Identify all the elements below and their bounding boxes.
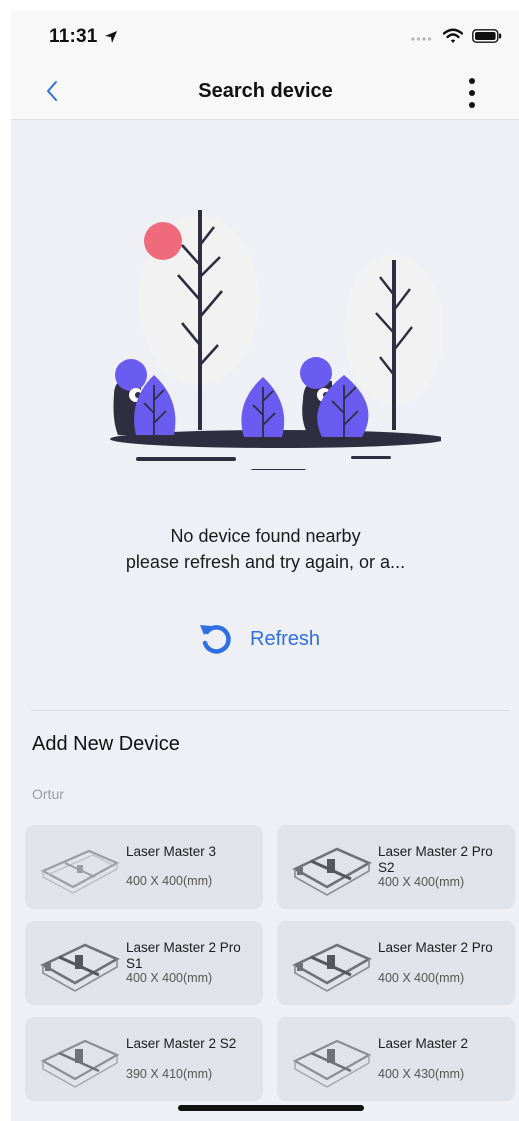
refresh-icon: [200, 625, 231, 654]
device-name: Laser Master 2 Pro S2: [378, 844, 493, 875]
device-name: Laser Master 2: [378, 1036, 469, 1051]
status-time: 11:31: [49, 26, 98, 47]
refresh-button[interactable]: Refresh: [196, 618, 346, 660]
device-size: 400 X 430(mm): [378, 1067, 465, 1081]
page-title: Search device: [198, 80, 333, 102]
no-device-illustration: [110, 210, 441, 470]
more-options-button[interactable]: [461, 76, 483, 110]
empty-state-subtitle: please refresh and try again, or a...: [125, 552, 406, 572]
laser-engraver-thumbnail: [40, 943, 120, 992]
device-size: 400 X 400(mm): [378, 971, 465, 985]
device-name: Laser Master 2 Pro: [378, 940, 493, 955]
wifi-icon: [443, 28, 463, 43]
laser-engraver-thumbnail: [292, 847, 372, 896]
navigation-bar: Search device: [11, 62, 519, 120]
device-name: Laser Master 2 Pro S1: [126, 940, 241, 971]
home-indicator[interactable]: [178, 1105, 364, 1111]
laser-engraver-thumbnail: [292, 943, 372, 992]
device-card-laser-master-2-pro-s1[interactable]: Laser Master 2 Pro S1 400 X 400(mm): [25, 921, 263, 1005]
add-new-device-heading: Add New Device: [32, 733, 180, 755]
device-card-laser-master-2[interactable]: Laser Master 2 400 X 430(mm): [277, 1017, 515, 1101]
laser-engraver-thumbnail: [292, 1039, 372, 1088]
device-card-laser-master-2-pro[interactable]: Laser Master 2 Pro 400 X 400(mm): [277, 921, 515, 1005]
laser-engraver-thumbnail: [40, 849, 120, 894]
device-size: 390 X 410(mm): [126, 1067, 213, 1081]
brand-label: Ortur: [32, 786, 64, 802]
empty-state-title: No device found nearby: [170, 526, 361, 546]
device-card-laser-master-2-s2[interactable]: Laser Master 2 S2 390 X 410(mm): [25, 1017, 263, 1101]
laser-engraver-thumbnail: [40, 1039, 120, 1088]
refresh-label: Refresh: [250, 627, 321, 650]
device-size: 400 X 400(mm): [378, 875, 465, 889]
battery-icon: [472, 29, 502, 43]
section-divider: [31, 710, 509, 711]
device-size: 400 X 400(mm): [126, 971, 213, 985]
status-bar: 11:31: [11, 10, 519, 62]
device-name: Laser Master 2 S2: [126, 1036, 237, 1051]
device-card-laser-master-2-pro-s2[interactable]: Laser Master 2 Pro S2 400 X 400(mm): [277, 825, 515, 909]
device-card-laser-master-3[interactable]: Laser Master 3 400 X 400(mm): [25, 825, 263, 909]
phone-screen: 11:31 Search device No device found near…: [11, 10, 519, 1121]
location-arrow-icon: [105, 31, 117, 43]
signal-dots-icon: [411, 37, 432, 41]
device-size: 400 X 400(mm): [126, 874, 213, 888]
device-name: Laser Master 3: [126, 844, 217, 859]
